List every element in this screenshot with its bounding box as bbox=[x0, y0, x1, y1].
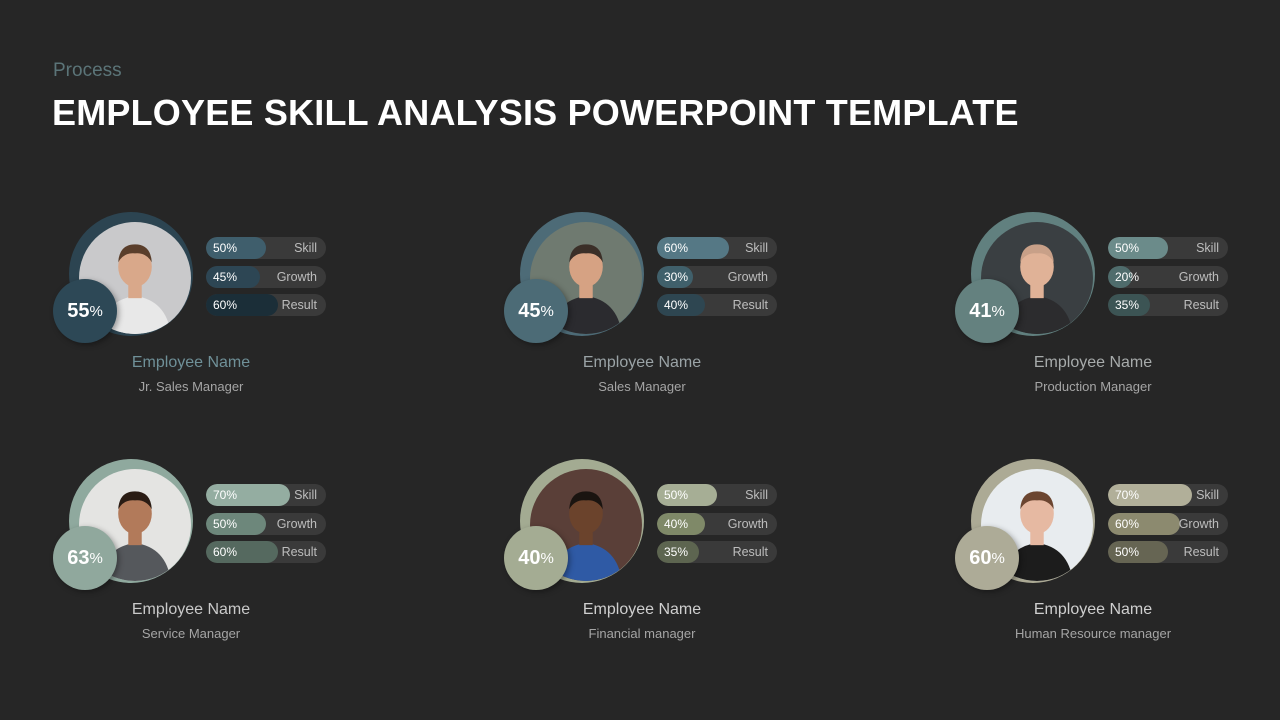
metric-label: Result bbox=[732, 545, 768, 559]
metric-value: 30% bbox=[664, 269, 689, 284]
score-value: 45 bbox=[518, 299, 541, 322]
employee-name: Employee Name bbox=[1033, 601, 1153, 618]
metric-bar-skill: 60% Skill bbox=[657, 237, 777, 259]
metric-bars: 50% Skill 40% Growth 35% Result bbox=[657, 484, 777, 570]
metric-value: 60% bbox=[1115, 516, 1140, 531]
page-title: EMPLOYEE SKILL ANALYSIS POWERPOINT TEMPL… bbox=[52, 92, 1019, 133]
employee-card: 60% 70% Skill 60% Growth 50% Result Empl… bbox=[955, 459, 1255, 679]
metric-value: 60% bbox=[664, 241, 689, 255]
metric-bars: 50% Skill 20% Growth 35% Result bbox=[1108, 237, 1228, 323]
employee-name: Employee Name bbox=[131, 354, 251, 371]
metric-bar-skill: 70% Skill bbox=[1108, 484, 1228, 506]
overall-score-badge: 63% bbox=[53, 526, 117, 590]
employee-role: Sales Manager bbox=[598, 379, 686, 394]
metric-value: 70% bbox=[1115, 488, 1140, 502]
metric-bar-growth: 30% Growth bbox=[657, 265, 777, 288]
metric-bar-result: 35% Result bbox=[1108, 294, 1228, 316]
metric-label: Growth bbox=[727, 269, 768, 284]
score-suffix: % bbox=[991, 549, 1005, 567]
metric-bar-skill: 70% Skill bbox=[206, 484, 326, 506]
metric-bars: 70% Skill 60% Growth 50% Result bbox=[1108, 484, 1228, 570]
employee-card: 45% 60% Skill 30% Growth 40% Result Empl… bbox=[504, 212, 804, 432]
metric-value: 35% bbox=[664, 545, 689, 559]
metric-bar-growth: 20% Growth bbox=[1108, 265, 1228, 288]
metric-bar-result: 60% Result bbox=[206, 294, 326, 316]
employee-name: Employee Name bbox=[1033, 354, 1153, 371]
score-suffix: % bbox=[540, 549, 554, 567]
metric-bar-result: 35% Result bbox=[657, 541, 777, 563]
employee-role: Production Manager bbox=[1034, 379, 1152, 394]
metric-value: 40% bbox=[664, 516, 689, 531]
metric-label: Growth bbox=[1178, 516, 1219, 531]
overall-score-badge: 60% bbox=[955, 526, 1019, 590]
metric-label: Growth bbox=[727, 516, 768, 531]
metric-bar-growth: 40% Growth bbox=[657, 512, 777, 535]
employee-name: Employee Name bbox=[582, 601, 702, 618]
metric-bars: 60% Skill 30% Growth 40% Result bbox=[657, 237, 777, 323]
metric-bar-result: 60% Result bbox=[206, 541, 326, 563]
metric-label: Result bbox=[732, 298, 768, 312]
metric-bars: 70% Skill 50% Growth 60% Result bbox=[206, 484, 326, 570]
score-suffix: % bbox=[991, 302, 1005, 320]
overall-score-badge: 41% bbox=[955, 279, 1019, 343]
employee-card: 55% 50% Skill 45% Growth 60% Result Empl… bbox=[53, 212, 353, 432]
metric-label: Skill bbox=[745, 488, 768, 502]
metric-label: Result bbox=[1183, 545, 1219, 559]
metric-label: Skill bbox=[1196, 241, 1219, 255]
metric-value: 50% bbox=[213, 516, 238, 531]
employee-card: 40% 50% Skill 40% Growth 35% Result Empl… bbox=[504, 459, 804, 679]
overall-score-badge: 55% bbox=[53, 279, 117, 343]
metric-value: 35% bbox=[1115, 298, 1140, 312]
metric-bar-growth: 45% Growth bbox=[206, 265, 326, 288]
metric-value: 50% bbox=[664, 488, 689, 502]
metric-value: 70% bbox=[213, 488, 238, 502]
employee-name: Employee Name bbox=[131, 601, 251, 618]
metric-bar-skill: 50% Skill bbox=[657, 484, 777, 506]
employee-card: 41% 50% Skill 20% Growth 35% Result Empl… bbox=[955, 212, 1255, 432]
metric-value: 50% bbox=[213, 241, 238, 255]
score-value: 55 bbox=[67, 299, 90, 322]
metric-label: Result bbox=[281, 298, 317, 312]
employee-role: Human Resource manager bbox=[1014, 626, 1172, 641]
metric-bar-result: 50% Result bbox=[1108, 541, 1228, 563]
metric-label: Growth bbox=[276, 269, 317, 284]
metric-value: 45% bbox=[213, 269, 238, 284]
metric-value: 40% bbox=[664, 298, 689, 312]
metric-label: Skill bbox=[294, 241, 317, 255]
score-value: 41 bbox=[969, 299, 992, 322]
metric-label: Result bbox=[1183, 298, 1219, 312]
metric-bar-growth: 60% Growth bbox=[1108, 512, 1228, 535]
score-suffix: % bbox=[89, 549, 103, 567]
score-suffix: % bbox=[540, 302, 554, 320]
employee-name: Employee Name bbox=[582, 354, 702, 371]
metric-bar-skill: 50% Skill bbox=[206, 237, 326, 259]
overall-score-badge: 45% bbox=[504, 279, 568, 343]
metric-label: Growth bbox=[276, 516, 317, 531]
score-value: 40 bbox=[518, 546, 541, 569]
score-value: 60 bbox=[969, 546, 992, 569]
overall-score-badge: 40% bbox=[504, 526, 568, 590]
metric-label: Skill bbox=[1196, 488, 1219, 502]
employee-role: Financial manager bbox=[588, 626, 696, 641]
metric-label: Skill bbox=[745, 241, 768, 255]
metric-value: 50% bbox=[1115, 241, 1140, 255]
employee-role: Service Manager bbox=[141, 626, 241, 641]
metric-label: Result bbox=[281, 545, 317, 559]
metric-value: 20% bbox=[1115, 269, 1140, 284]
score-value: 63 bbox=[67, 546, 90, 569]
metric-value: 60% bbox=[213, 298, 238, 312]
metric-value: 60% bbox=[213, 545, 238, 559]
subtitle: Process bbox=[53, 60, 122, 81]
metric-value: 50% bbox=[1115, 545, 1140, 559]
score-suffix: % bbox=[89, 302, 103, 320]
metric-bar-skill: 50% Skill bbox=[1108, 237, 1228, 259]
metric-label: Growth bbox=[1178, 269, 1219, 284]
employee-role: Jr. Sales Manager bbox=[138, 379, 244, 394]
metric-bar-result: 40% Result bbox=[657, 294, 777, 316]
metric-bars: 50% Skill 45% Growth 60% Result bbox=[206, 237, 326, 323]
metric-bar-growth: 50% Growth bbox=[206, 512, 326, 535]
employee-card: 63% 70% Skill 50% Growth 60% Result Empl… bbox=[53, 459, 353, 679]
metric-label: Skill bbox=[294, 488, 317, 502]
